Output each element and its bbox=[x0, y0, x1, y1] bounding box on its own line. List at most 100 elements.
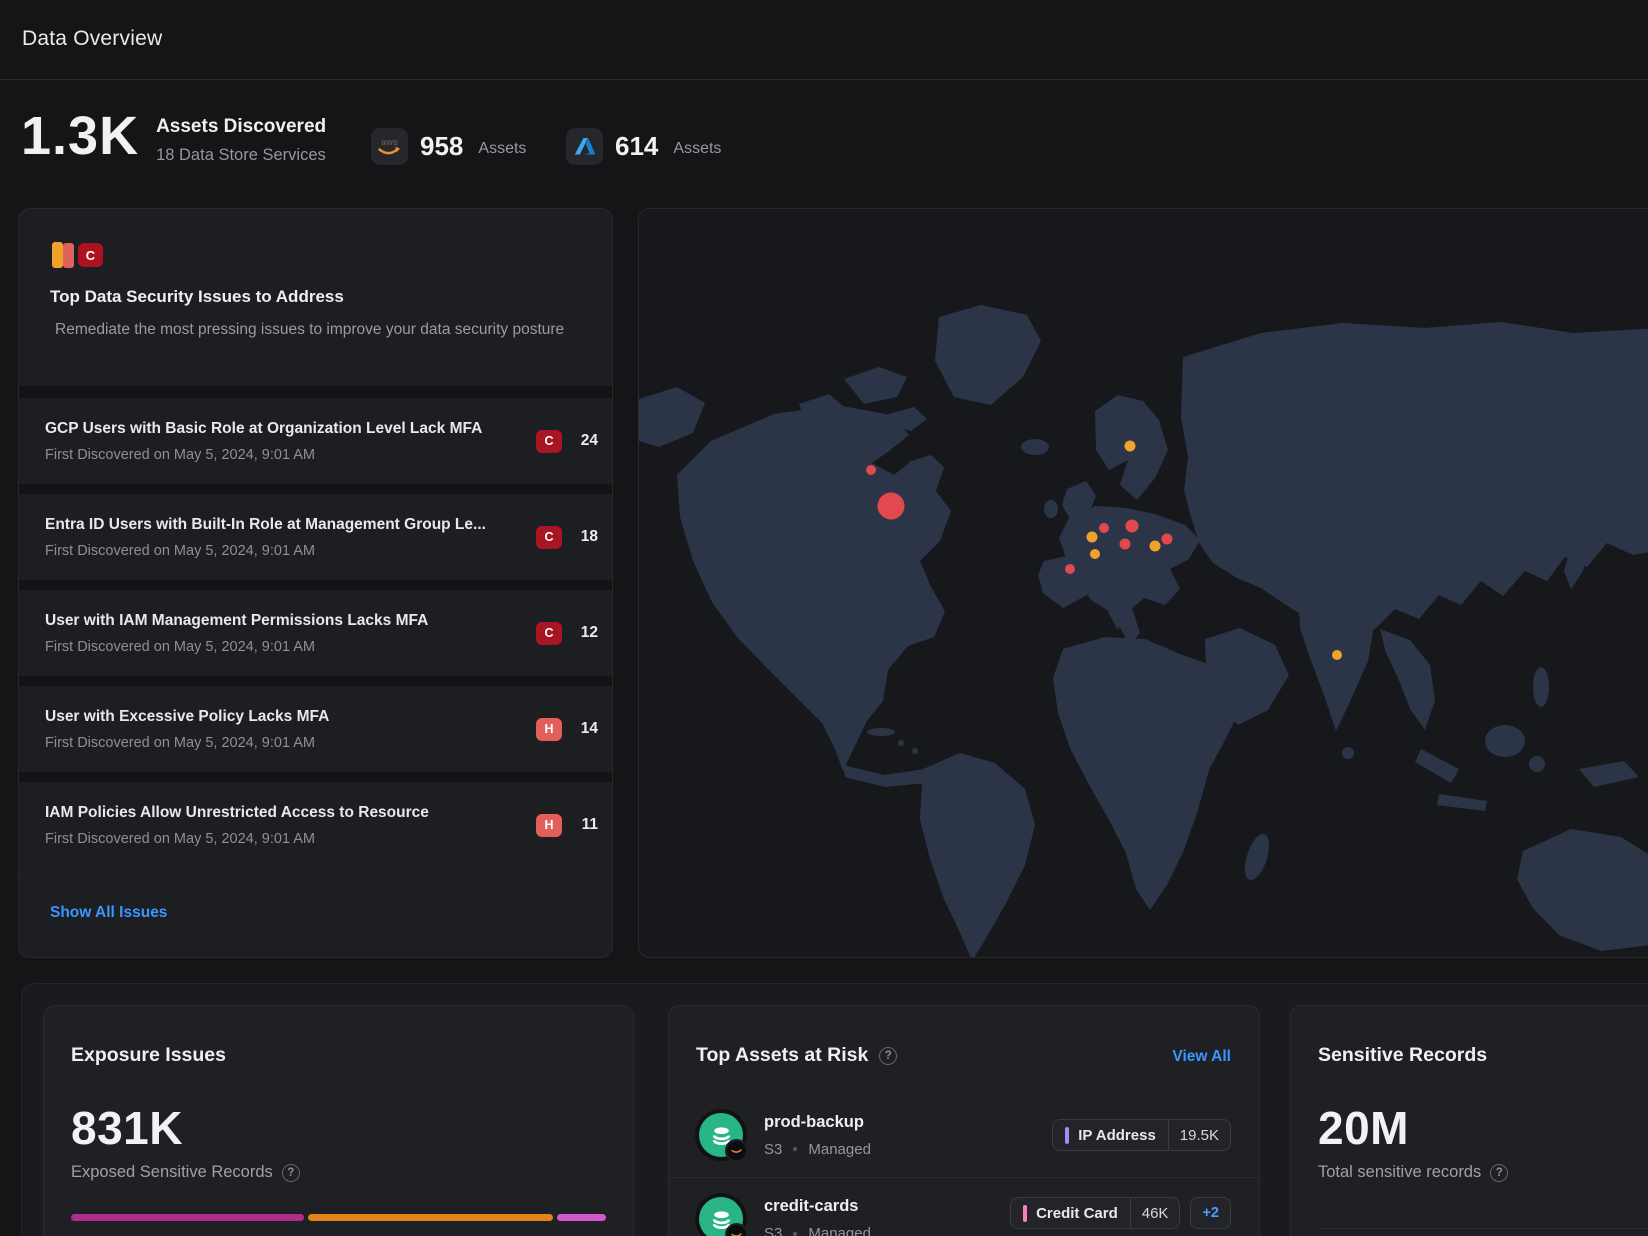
critical-badge-icon: C bbox=[78, 243, 103, 267]
show-all-section: Show All Issues bbox=[19, 878, 612, 958]
map-dot[interactable] bbox=[1099, 523, 1109, 533]
severity-badge: H bbox=[536, 814, 562, 837]
assets-discovered-stat: 1.3K Assets Discovered 18 Data Store Ser… bbox=[21, 106, 326, 166]
asset-status: Managed bbox=[808, 1225, 871, 1236]
show-all-issues-link[interactable]: Show All Issues bbox=[50, 904, 167, 922]
issue-row[interactable]: User with IAM Management Permissions Lac… bbox=[19, 590, 612, 676]
issue-count: 12 bbox=[572, 624, 598, 642]
azure-assets-count: 614 bbox=[615, 131, 658, 162]
aws-icon: aws bbox=[371, 128, 408, 165]
assets-discovered-label: Assets Discovered bbox=[156, 116, 326, 138]
severity-badge: C bbox=[536, 526, 562, 549]
issues-card-subtitle: Remediate the most pressing issues to im… bbox=[55, 321, 564, 339]
svg-text:aws: aws bbox=[381, 137, 398, 147]
exposure-bar-segment bbox=[71, 1214, 304, 1221]
data-store-services-label: 18 Data Store Services bbox=[156, 146, 326, 165]
severity-badge: C bbox=[536, 622, 562, 645]
chip-label: IP Address bbox=[1078, 1127, 1156, 1144]
map-dot[interactable] bbox=[1162, 534, 1173, 545]
sensitive-records-title: Sensitive Records bbox=[1318, 1044, 1487, 1067]
map-continents bbox=[639, 305, 1648, 958]
issue-discovered: First Discovered on May 5, 2024, 9:01 AM bbox=[45, 543, 536, 559]
asset-name: credit-cards bbox=[764, 1197, 871, 1216]
issue-title: IAM Policies Allow Unrestricted Access t… bbox=[45, 804, 536, 822]
map-dot[interactable] bbox=[1150, 541, 1161, 552]
issue-count: 24 bbox=[572, 432, 598, 450]
issue-row[interactable]: User with Excessive Policy Lacks MFA Fir… bbox=[19, 686, 612, 772]
map-dot[interactable] bbox=[1065, 564, 1075, 574]
issue-title: User with Excessive Policy Lacks MFA bbox=[45, 708, 536, 726]
issue-discovered: First Discovered on May 5, 2024, 9:01 AM bbox=[45, 735, 536, 751]
world-map-card bbox=[638, 208, 1648, 958]
help-icon[interactable]: ? bbox=[1490, 1164, 1508, 1182]
dot-separator bbox=[793, 1147, 797, 1151]
exposure-value: 831K bbox=[71, 1106, 183, 1150]
map-dot[interactable] bbox=[1332, 650, 1342, 660]
chip-value: 46K bbox=[1130, 1198, 1180, 1228]
asset-row[interactable]: prod-backup S3 Managed IP Address 19.5K bbox=[669, 1094, 1259, 1176]
exposure-title: Exposure Issues bbox=[71, 1044, 226, 1067]
azure-icon bbox=[566, 128, 603, 165]
bottom-stats-section: Exposure Issues 831K Exposed Sensitive R… bbox=[21, 983, 1648, 1236]
more-chips-badge[interactable]: +2 bbox=[1190, 1197, 1231, 1229]
issues-list: GCP Users with Basic Role at Organizatio… bbox=[19, 386, 612, 868]
map-dot[interactable] bbox=[1125, 441, 1136, 452]
map-dot[interactable] bbox=[878, 493, 905, 520]
issue-title: Entra ID Users with Built-In Role at Man… bbox=[45, 516, 536, 534]
issue-row[interactable]: Entra ID Users with Built-In Role at Man… bbox=[19, 494, 612, 580]
dot-separator bbox=[793, 1232, 797, 1236]
map-dot[interactable] bbox=[1126, 520, 1139, 533]
issue-row[interactable]: IAM Policies Allow Unrestricted Access t… bbox=[19, 782, 612, 868]
issue-discovered: First Discovered on May 5, 2024, 9:01 AM bbox=[45, 447, 536, 463]
asset-service: S3 bbox=[764, 1225, 782, 1236]
exposure-bar-segment bbox=[557, 1214, 606, 1221]
asset-row[interactable]: credit-cards S3 Managed Credit Card 46K bbox=[669, 1177, 1259, 1236]
top-assets-card: Top Assets at Risk ? View All prod-bac bbox=[668, 1005, 1260, 1236]
issue-count: 18 bbox=[572, 528, 598, 546]
map-dot[interactable] bbox=[1087, 532, 1098, 543]
aws-provider-badge-icon bbox=[725, 1223, 748, 1236]
severity-stack-icon: C bbox=[52, 241, 104, 268]
severity-badge: H bbox=[536, 718, 562, 741]
chip-color-bar bbox=[1065, 1127, 1069, 1144]
s3-datastore-icon bbox=[699, 1113, 743, 1157]
aws-assets-unit: Assets bbox=[478, 140, 526, 158]
help-icon[interactable]: ? bbox=[879, 1047, 897, 1065]
issue-count: 14 bbox=[572, 720, 598, 738]
exposure-bar-segment bbox=[308, 1214, 553, 1221]
data-overview-page: Data Overview 1.3K Assets Discovered 18 … bbox=[0, 0, 1648, 1236]
map-dot[interactable] bbox=[1120, 539, 1131, 550]
help-icon[interactable]: ? bbox=[282, 1164, 300, 1182]
exposure-breakdown-bar bbox=[71, 1214, 606, 1221]
aws-assets-count: 958 bbox=[420, 131, 463, 162]
issue-row[interactable]: GCP Users with Basic Role at Organizatio… bbox=[19, 398, 612, 484]
assets-discovered-value: 1.3K bbox=[21, 106, 139, 166]
aws-assets-stat: aws 958 Assets bbox=[371, 128, 526, 165]
world-map bbox=[639, 209, 1648, 958]
aws-provider-badge-icon bbox=[725, 1139, 748, 1162]
exposure-issues-card: Exposure Issues 831K Exposed Sensitive R… bbox=[43, 1005, 634, 1236]
map-dot[interactable] bbox=[866, 465, 876, 475]
issue-discovered: First Discovered on May 5, 2024, 9:01 AM bbox=[45, 639, 536, 655]
azure-assets-unit: Assets bbox=[673, 140, 721, 158]
exposure-label: Exposed Sensitive Records ? bbox=[71, 1163, 300, 1182]
header-divider bbox=[0, 79, 1648, 80]
issues-card-title: Top Data Security Issues to Address bbox=[50, 287, 344, 307]
sensitive-records-label: Total sensitive records ? bbox=[1318, 1163, 1508, 1182]
issue-discovered: First Discovered on May 5, 2024, 9:01 AM bbox=[45, 831, 536, 847]
issue-count: 11 bbox=[572, 816, 598, 834]
severity-badge: C bbox=[536, 430, 562, 453]
top-assets-title: Top Assets at Risk ? bbox=[696, 1044, 897, 1067]
issue-title: User with IAM Management Permissions Lac… bbox=[45, 612, 536, 630]
asset-service: S3 bbox=[764, 1141, 782, 1158]
sensitive-records-card: Sensitive Records 20M Total sensitive re… bbox=[1290, 1005, 1648, 1236]
page-title: Data Overview bbox=[22, 27, 162, 51]
sensitive-data-chip[interactable]: Credit Card 46K bbox=[1010, 1197, 1180, 1229]
issue-title: GCP Users with Basic Role at Organizatio… bbox=[45, 420, 536, 438]
asset-status: Managed bbox=[808, 1141, 871, 1158]
card-divider bbox=[1318, 1228, 1648, 1229]
map-dot[interactable] bbox=[1090, 549, 1100, 559]
sensitive-data-chip[interactable]: IP Address 19.5K bbox=[1052, 1119, 1231, 1151]
view-all-link[interactable]: View All bbox=[1172, 1048, 1231, 1066]
chip-label: Credit Card bbox=[1036, 1205, 1118, 1222]
